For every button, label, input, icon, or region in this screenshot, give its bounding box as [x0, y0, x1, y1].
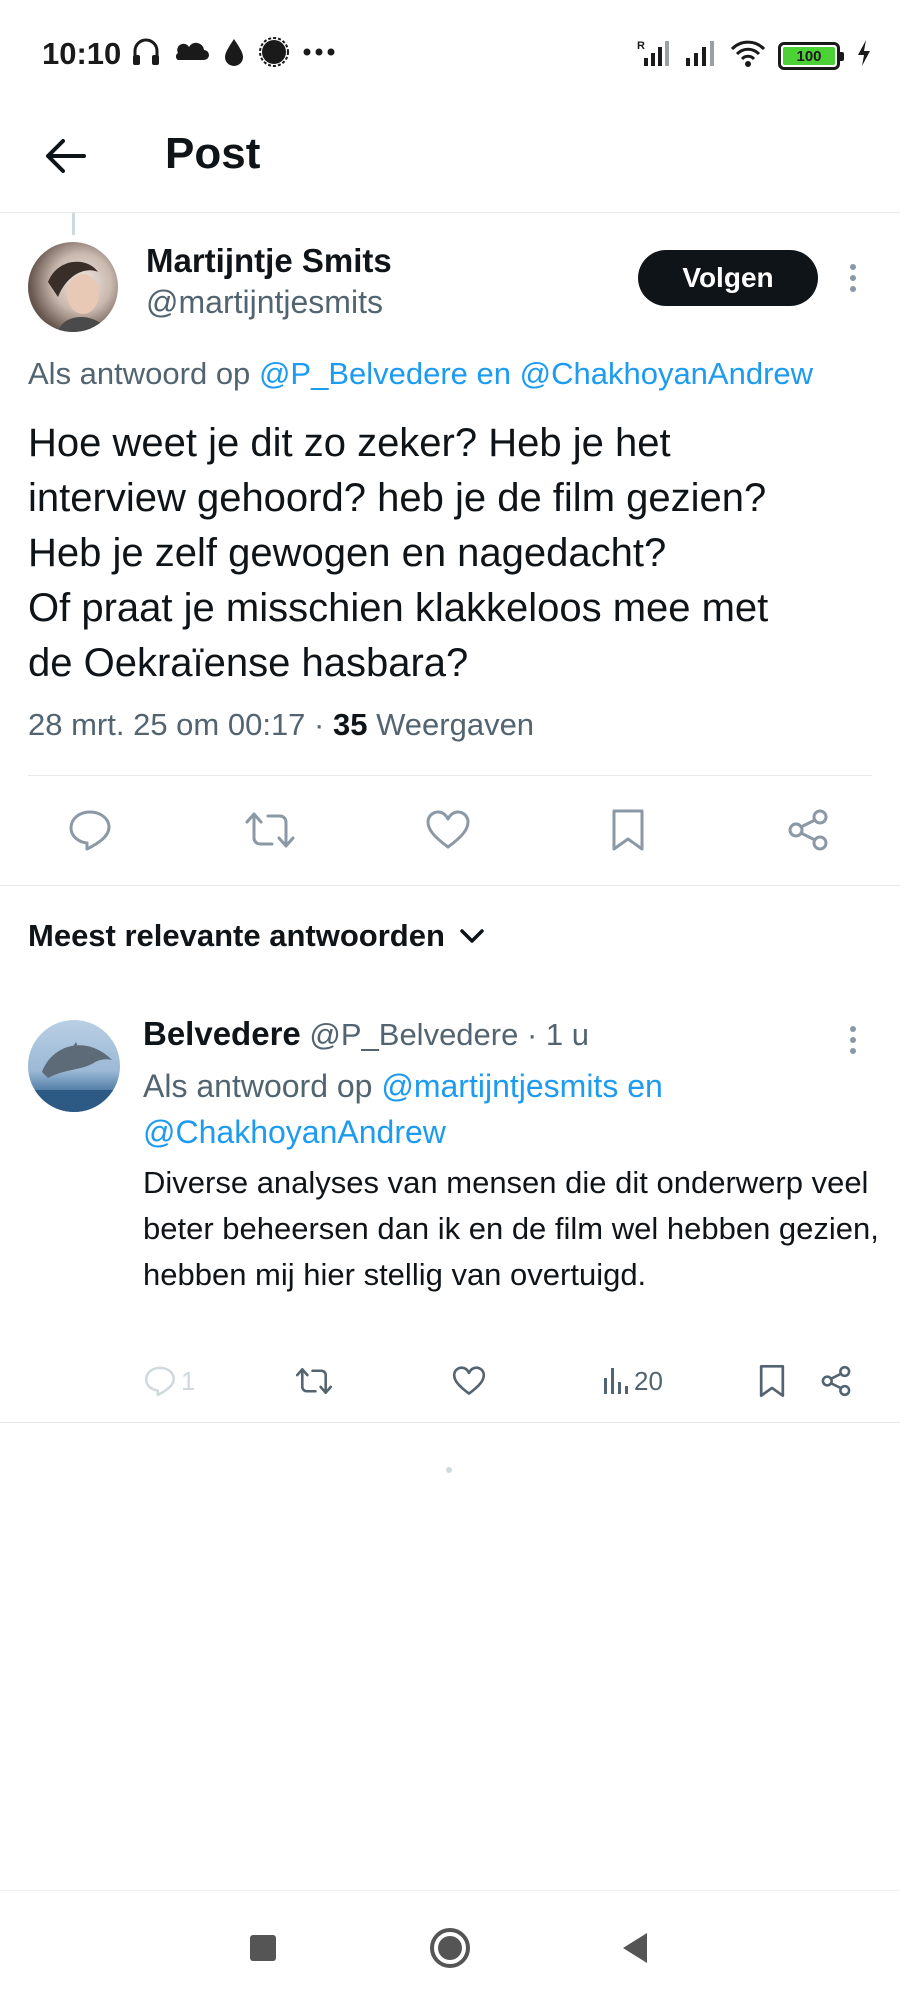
bookmark-button[interactable]	[758, 1358, 786, 1404]
arrow-left-icon	[46, 139, 86, 173]
chevron-down-icon	[460, 929, 484, 943]
avatar[interactable]	[28, 242, 118, 332]
author-handle[interactable]: @martijntjesmits	[146, 284, 383, 321]
more-vertical-icon	[850, 264, 856, 292]
reply-actions: 1 20	[0, 1358, 900, 1408]
status-icons-left	[130, 36, 336, 68]
svg-text:R: R	[637, 40, 645, 52]
avatar[interactable]	[28, 1020, 120, 1112]
reply-icon	[69, 810, 111, 851]
cloud-icon	[174, 38, 210, 66]
app-header: Post	[0, 105, 900, 213]
headphones-icon	[130, 36, 162, 68]
divider	[28, 775, 872, 776]
status-time: 10:10	[42, 36, 122, 71]
reply-context-prefix: Als antwoord op	[143, 1068, 382, 1104]
reply-button[interactable]	[60, 800, 120, 860]
reply-context: Als antwoord op @P_Belvedere en @Chakhoy…	[28, 356, 813, 392]
repost-icon	[295, 1368, 333, 1394]
signal-icon	[684, 38, 718, 73]
back-nav-button[interactable]	[610, 1923, 660, 1973]
reply-more-options-button[interactable]	[838, 1020, 868, 1060]
reply-text: Diverse analyses van mensen die dit onde…	[143, 1165, 879, 1292]
bookmark-icon	[612, 809, 644, 851]
thread-connector	[72, 213, 75, 235]
divider	[0, 1422, 900, 1423]
views-label: Weergaven	[367, 707, 535, 742]
share-button[interactable]	[820, 1358, 852, 1404]
repost-button[interactable]	[240, 800, 300, 860]
reply-context-mentions[interactable]: @P_Belvedere en @ChakhoyanAndrew	[259, 356, 813, 391]
signal-r-icon: R	[636, 38, 672, 73]
status-bar: 10:10 R 100	[0, 0, 900, 105]
repost-button[interactable]	[295, 1358, 333, 1404]
battery-icon: 100	[778, 41, 844, 70]
avatar-image	[48, 261, 108, 332]
reply-count: 1	[181, 1365, 196, 1396]
like-button[interactable]	[452, 1358, 486, 1404]
reply-button[interactable]: 1	[143, 1358, 195, 1404]
more-dots-icon	[302, 47, 336, 57]
reply-author-row: Belvedere @P_Belvedere · 1 u	[143, 1015, 589, 1053]
reply-icon	[144, 1366, 176, 1397]
charging-icon	[856, 39, 872, 72]
replies-sort-selector[interactable]: Meest relevante antwoorden	[28, 918, 485, 954]
share-icon	[821, 1365, 851, 1397]
share-button[interactable]	[778, 800, 838, 860]
reply-context-prefix: Als antwoord op	[28, 356, 251, 391]
square-icon	[250, 1935, 276, 1961]
like-button[interactable]	[418, 800, 478, 860]
analytics-icon	[604, 1368, 628, 1394]
home-button[interactable]	[425, 1923, 475, 1973]
reply-context: Als antwoord op @martijntjesmits en @Cha…	[143, 1063, 883, 1155]
drop-icon	[222, 37, 246, 67]
bookmark-icon	[759, 1364, 785, 1398]
back-button[interactable]	[36, 127, 94, 185]
views-button[interactable]: 20	[602, 1358, 663, 1404]
more-vertical-icon	[850, 1026, 856, 1054]
circle-icon	[430, 1928, 470, 1968]
battery-level: 100	[783, 46, 835, 65]
like-icon	[452, 1366, 486, 1395]
reply-author-handle[interactable]: @P_Belvedere · 1 u	[301, 1017, 589, 1052]
system-nav-bar	[0, 1890, 900, 2000]
like-icon	[426, 810, 470, 849]
reply-views-count: 20	[634, 1365, 663, 1396]
share-icon	[788, 809, 828, 851]
tweet-text: Hoe weet je dit zo zeker? Heb je het int…	[28, 421, 769, 685]
bookmark-button[interactable]	[598, 800, 658, 860]
repost-icon	[245, 812, 295, 848]
views-count: 35	[332, 707, 368, 742]
status-icons-right: R 100	[636, 38, 872, 73]
tweet-meta: 28 mrt. 25 om 00:17 · 35 Weergaven	[28, 707, 534, 743]
sort-label: Meest relevante antwoorden	[28, 918, 445, 953]
follow-button[interactable]: Volgen	[638, 250, 818, 306]
reply-author-name[interactable]: Belvedere	[143, 1015, 301, 1052]
loading-indicator	[446, 1467, 452, 1473]
wifi-icon	[730, 38, 766, 73]
more-options-button[interactable]	[838, 258, 868, 298]
divider	[0, 885, 900, 886]
tweet-actions	[0, 800, 900, 864]
author-name[interactable]: Martijntje Smits	[146, 242, 392, 280]
tweet-timestamp[interactable]: 28 mrt. 25 om 00:17 ·	[28, 707, 333, 742]
recents-button[interactable]	[238, 1923, 288, 1973]
signal-app-icon	[258, 36, 290, 68]
triangle-back-icon	[623, 1933, 647, 1963]
avatar-image	[28, 1042, 120, 1112]
page-title: Post	[165, 129, 261, 178]
